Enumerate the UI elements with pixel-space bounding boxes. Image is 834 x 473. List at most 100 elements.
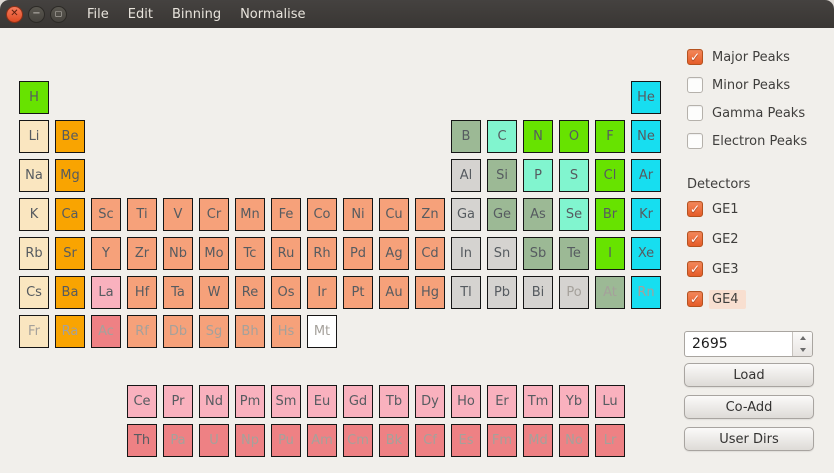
element-F[interactable]: F bbox=[595, 120, 625, 153]
checkbox-ge1[interactable]: ✓GE1 bbox=[687, 194, 746, 224]
checked-checkbox-icon[interactable]: ✓ bbox=[687, 291, 703, 307]
element-Db[interactable]: Db bbox=[163, 315, 193, 348]
element-Sr[interactable]: Sr bbox=[55, 237, 85, 270]
element-Hf[interactable]: Hf bbox=[127, 276, 157, 309]
element-Np[interactable]: Np bbox=[235, 424, 265, 457]
element-Es[interactable]: Es bbox=[451, 424, 481, 457]
element-B[interactable]: B bbox=[451, 120, 481, 153]
element-Rb[interactable]: Rb bbox=[19, 237, 49, 270]
element-Tl[interactable]: Tl bbox=[451, 276, 481, 309]
element-La[interactable]: La bbox=[91, 276, 121, 309]
element-Cr[interactable]: Cr bbox=[199, 198, 229, 231]
element-Co[interactable]: Co bbox=[307, 198, 337, 231]
element-No[interactable]: No bbox=[559, 424, 589, 457]
run-number-input[interactable] bbox=[685, 332, 792, 356]
element-Cs[interactable]: Cs bbox=[19, 276, 49, 309]
element-Lu[interactable]: Lu bbox=[595, 385, 625, 418]
element-U[interactable]: U bbox=[199, 424, 229, 457]
element-Bi[interactable]: Bi bbox=[523, 276, 553, 309]
element-Cu[interactable]: Cu bbox=[379, 198, 409, 231]
element-Pb[interactable]: Pb bbox=[487, 276, 517, 309]
element-Sg[interactable]: Sg bbox=[199, 315, 229, 348]
element-Na[interactable]: Na bbox=[19, 159, 49, 192]
element-Zn[interactable]: Zn bbox=[415, 198, 445, 231]
element-Ca[interactable]: Ca bbox=[55, 198, 85, 231]
element-Mt[interactable]: Mt bbox=[307, 315, 337, 348]
checkbox-major-peaks[interactable]: ✓Major Peaks bbox=[687, 43, 807, 71]
element-Tm[interactable]: Tm bbox=[523, 385, 553, 418]
element-Bk[interactable]: Bk bbox=[379, 424, 409, 457]
element-In[interactable]: In bbox=[451, 237, 481, 270]
checkbox-electron-peaks[interactable]: Electron Peaks bbox=[687, 127, 807, 155]
element-At[interactable]: At bbox=[595, 276, 625, 309]
element-Mn[interactable]: Mn bbox=[235, 198, 265, 231]
unchecked-checkbox-icon[interactable] bbox=[687, 133, 703, 149]
checkbox-ge3[interactable]: ✓GE3 bbox=[687, 254, 746, 284]
spin-down-button[interactable] bbox=[793, 344, 812, 356]
element-Cd[interactable]: Cd bbox=[415, 237, 445, 270]
element-Fr[interactable]: Fr bbox=[19, 315, 49, 348]
element-Ba[interactable]: Ba bbox=[55, 276, 85, 309]
element-As[interactable]: As bbox=[523, 198, 553, 231]
element-Os[interactable]: Os bbox=[271, 276, 301, 309]
element-H[interactable]: H bbox=[19, 81, 49, 114]
element-Hs[interactable]: Hs bbox=[271, 315, 301, 348]
element-Mg[interactable]: Mg bbox=[55, 159, 85, 192]
element-Pd[interactable]: Pd bbox=[343, 237, 373, 270]
checked-checkbox-icon[interactable]: ✓ bbox=[687, 201, 703, 217]
element-Li[interactable]: Li bbox=[19, 120, 49, 153]
checked-checkbox-icon[interactable]: ✓ bbox=[687, 49, 703, 65]
element-Mo[interactable]: Mo bbox=[199, 237, 229, 270]
load-button[interactable]: Load bbox=[684, 363, 814, 387]
element-Eu[interactable]: Eu bbox=[307, 385, 337, 418]
element-C[interactable]: C bbox=[487, 120, 517, 153]
element-Ge[interactable]: Ge bbox=[487, 198, 517, 231]
element-Cl[interactable]: Cl bbox=[595, 159, 625, 192]
element-V[interactable]: V bbox=[163, 198, 193, 231]
element-Gd[interactable]: Gd bbox=[343, 385, 373, 418]
element-Pr[interactable]: Pr bbox=[163, 385, 193, 418]
unchecked-checkbox-icon[interactable] bbox=[687, 105, 703, 121]
element-Ru[interactable]: Ru bbox=[271, 237, 301, 270]
checkbox-ge4[interactable]: ✓GE4 bbox=[687, 284, 746, 314]
element-Cf[interactable]: Cf bbox=[415, 424, 445, 457]
element-Ga[interactable]: Ga bbox=[451, 198, 481, 231]
element-Pa[interactable]: Pa bbox=[163, 424, 193, 457]
element-Po[interactable]: Po bbox=[559, 276, 589, 309]
element-Y[interactable]: Y bbox=[91, 237, 121, 270]
element-Al[interactable]: Al bbox=[451, 159, 481, 192]
element-Ac[interactable]: Ac bbox=[91, 315, 121, 348]
element-Be[interactable]: Be bbox=[55, 120, 85, 153]
element-Yb[interactable]: Yb bbox=[559, 385, 589, 418]
element-Md[interactable]: Md bbox=[523, 424, 553, 457]
element-Lr[interactable]: Lr bbox=[595, 424, 625, 457]
element-Bh[interactable]: Bh bbox=[235, 315, 265, 348]
unchecked-checkbox-icon[interactable] bbox=[687, 77, 703, 93]
element-P[interactable]: P bbox=[523, 159, 553, 192]
element-Pt[interactable]: Pt bbox=[343, 276, 373, 309]
element-Pu[interactable]: Pu bbox=[271, 424, 301, 457]
element-Pm[interactable]: Pm bbox=[235, 385, 265, 418]
element-Fm[interactable]: Fm bbox=[487, 424, 517, 457]
checkbox-ge2[interactable]: ✓GE2 bbox=[687, 224, 746, 254]
element-Au[interactable]: Au bbox=[379, 276, 409, 309]
element-Nb[interactable]: Nb bbox=[163, 237, 193, 270]
element-He[interactable]: He bbox=[631, 81, 661, 114]
element-Xe[interactable]: Xe bbox=[631, 237, 661, 270]
element-Sn[interactable]: Sn bbox=[487, 237, 517, 270]
element-Nd[interactable]: Nd bbox=[199, 385, 229, 418]
element-Ti[interactable]: Ti bbox=[127, 198, 157, 231]
element-Ho[interactable]: Ho bbox=[451, 385, 481, 418]
co-add-button[interactable]: Co-Add bbox=[684, 395, 814, 419]
element-Kr[interactable]: Kr bbox=[631, 198, 661, 231]
checked-checkbox-icon[interactable]: ✓ bbox=[687, 231, 703, 247]
element-Er[interactable]: Er bbox=[487, 385, 517, 418]
element-W[interactable]: W bbox=[199, 276, 229, 309]
element-Rh[interactable]: Rh bbox=[307, 237, 337, 270]
element-K[interactable]: K bbox=[19, 198, 49, 231]
element-Rf[interactable]: Rf bbox=[127, 315, 157, 348]
element-Th[interactable]: Th bbox=[127, 424, 157, 457]
element-Ce[interactable]: Ce bbox=[127, 385, 157, 418]
element-Tc[interactable]: Tc bbox=[235, 237, 265, 270]
element-I[interactable]: I bbox=[595, 237, 625, 270]
